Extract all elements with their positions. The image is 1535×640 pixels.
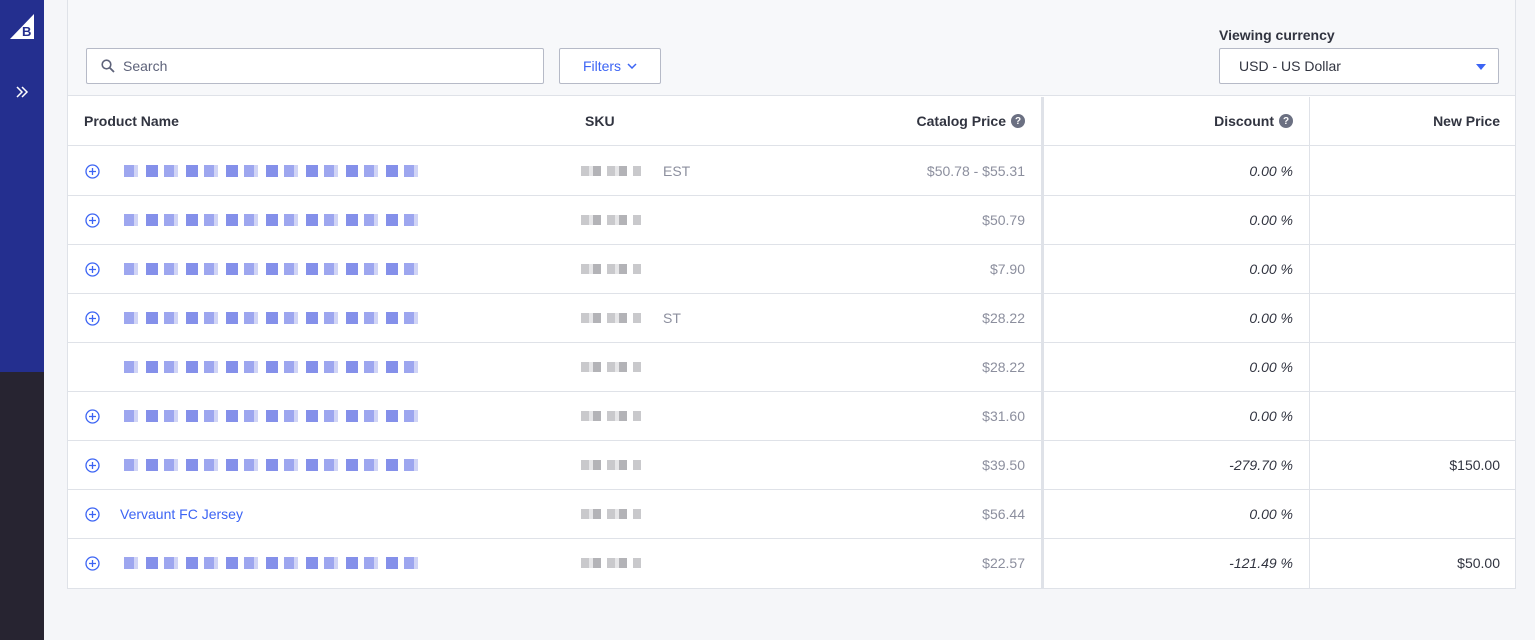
expand-plus-icon[interactable] (85, 311, 100, 326)
currency-label: Viewing currency (1219, 27, 1335, 43)
discount-value[interactable]: 0.00 % (1249, 310, 1293, 326)
redacted-sku (581, 264, 641, 274)
redacted-product-name[interactable] (124, 557, 424, 569)
search-icon (101, 59, 115, 73)
table-row: $7.90 0.00 % (68, 245, 1515, 294)
double-chevron-right-icon[interactable] (12, 82, 32, 102)
col-product-name[interactable]: Product Name (84, 113, 179, 129)
nav-rail: B (0, 0, 44, 372)
filters-button[interactable]: Filters (559, 48, 661, 84)
sku-text: EST (663, 163, 691, 179)
currency-select[interactable]: USD - US Dollar (1219, 48, 1499, 84)
toolbar: Filters Viewing currency USD - US Dollar (68, 0, 1515, 96)
svg-text:B: B (22, 24, 31, 39)
discount-value[interactable]: 0.00 % (1249, 261, 1293, 277)
price-list-panel: Filters Viewing currency USD - US Dollar… (67, 0, 1516, 589)
table-row: ST $28.22 0.00 % (68, 294, 1515, 343)
redacted-sku (581, 215, 641, 225)
redacted-sku (581, 313, 641, 323)
catalog-price: $22.57 (982, 555, 1025, 571)
discount-value[interactable]: 0.00 % (1249, 408, 1293, 424)
redacted-sku (581, 509, 641, 519)
table-row: $28.22 0.00 % (68, 343, 1515, 392)
new-price[interactable]: $50.00 (1457, 555, 1500, 571)
table-row: $22.57 -121.49 % $50.00 (68, 539, 1515, 588)
caret-down-icon (1476, 64, 1486, 70)
new-price[interactable]: $150.00 (1449, 457, 1500, 473)
redacted-product-name[interactable] (124, 165, 424, 177)
help-icon[interactable]: ? (1011, 114, 1025, 128)
nav-rail-footer (0, 372, 44, 640)
discount-value[interactable]: 0.00 % (1249, 212, 1293, 228)
expand-plus-icon[interactable] (85, 164, 100, 179)
catalog-price: $28.22 (982, 359, 1025, 375)
redacted-product-name[interactable] (124, 410, 424, 422)
redacted-sku (581, 558, 641, 568)
table-row: EST $50.78 - $55.31 0.00 % (68, 147, 1515, 196)
sku-text: ST (663, 310, 681, 326)
table-row: $31.60 0.00 % (68, 392, 1515, 441)
catalog-price: $31.60 (982, 408, 1025, 424)
catalog-price: $50.78 - $55.31 (926, 163, 1025, 179)
table-row: Vervaunt FC Jersey $56.44 0.00 % (68, 490, 1515, 539)
product-name-link[interactable]: Vervaunt FC Jersey (120, 506, 243, 522)
help-icon[interactable]: ? (1279, 114, 1293, 128)
col-catalog-price[interactable]: Catalog Price ? (917, 113, 1025, 129)
catalog-price: $39.50 (982, 457, 1025, 473)
redacted-sku (581, 460, 641, 470)
filters-label: Filters (582, 58, 622, 74)
discount-value[interactable]: 0.00 % (1249, 163, 1293, 179)
discount-value[interactable]: 0.00 % (1249, 359, 1293, 375)
redacted-product-name[interactable] (124, 312, 424, 324)
table-header: Product Name SKU Catalog Price ? Discoun… (68, 97, 1515, 146)
col-discount[interactable]: Discount ? (1214, 113, 1293, 129)
expand-plus-icon[interactable] (85, 507, 100, 522)
catalog-price: $28.22 (982, 310, 1025, 326)
catalog-price: $7.90 (989, 261, 1025, 277)
bigcommerce-logo[interactable]: B (8, 12, 36, 40)
discount-value[interactable]: -121.49 % (1229, 555, 1293, 571)
catalog-price: $50.79 (982, 212, 1025, 228)
catalog-price: $56.44 (982, 506, 1025, 522)
table-row: $50.79 0.00 % (68, 196, 1515, 245)
redacted-sku (581, 362, 641, 372)
expand-plus-icon[interactable] (85, 409, 100, 424)
col-sku[interactable]: SKU (585, 113, 615, 129)
discount-value[interactable]: -279.70 % (1229, 457, 1293, 473)
chevron-down-icon (627, 63, 637, 69)
redacted-product-name[interactable] (124, 459, 424, 471)
redacted-product-name[interactable] (124, 263, 424, 275)
table-row: $39.50 -279.70 % $150.00 (68, 441, 1515, 490)
expand-plus-icon[interactable] (85, 213, 100, 228)
search-input[interactable] (123, 58, 523, 74)
redacted-product-name[interactable] (124, 214, 424, 226)
col-new-price[interactable]: New Price (1433, 113, 1500, 129)
expand-plus-icon[interactable] (85, 458, 100, 473)
expand-plus-icon[interactable] (85, 262, 100, 277)
currency-value: USD - US Dollar (1239, 58, 1341, 74)
redacted-sku (581, 166, 641, 176)
redacted-sku (581, 411, 641, 421)
search-field[interactable] (86, 48, 544, 84)
expand-plus-icon[interactable] (85, 556, 100, 571)
redacted-product-name[interactable] (124, 361, 424, 373)
discount-value[interactable]: 0.00 % (1249, 506, 1293, 522)
